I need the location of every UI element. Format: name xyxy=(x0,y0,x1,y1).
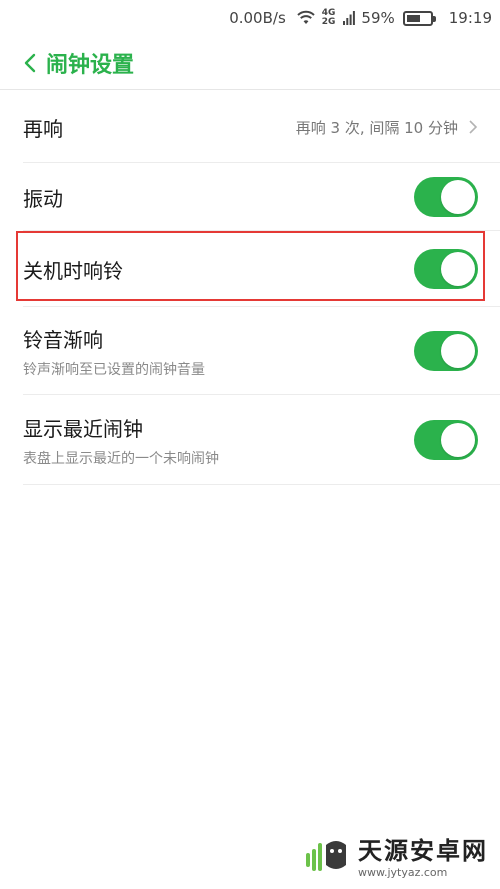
vibrate-label: 振动 xyxy=(23,186,63,211)
show-next-text: 显示最近闹钟 表盘上显示最近的一个未响闹钟 xyxy=(23,413,219,468)
battery-percent: 59% xyxy=(361,9,395,27)
watermark-url: www.jytyaz.com xyxy=(358,866,448,879)
app-header: 闹钟设置 xyxy=(0,36,500,90)
divider xyxy=(23,484,500,485)
battery-icon xyxy=(402,10,436,26)
watermark: 天源安卓网 www.jytyaz.com xyxy=(304,831,488,879)
watermark-text: 天源安卓网 www.jytyaz.com xyxy=(358,831,488,879)
watermark-name: 天源安卓网 xyxy=(358,837,488,865)
toggle-knob xyxy=(441,180,475,214)
signal-bars-icon xyxy=(343,11,356,25)
battery-fill xyxy=(406,14,420,22)
back-chevron-icon[interactable] xyxy=(20,51,42,75)
chevron-right-icon xyxy=(469,120,478,134)
setting-row-fade-in: 铃音渐响 铃声渐响至已设置的闹钟音量 xyxy=(0,307,500,395)
ring-when-off-toggle[interactable] xyxy=(414,249,478,289)
fade-in-text: 铃音渐响 铃声渐响至已设置的闹钟音量 xyxy=(23,324,205,379)
snooze-value-text: 再响 3 次, 间隔 10 分钟 xyxy=(295,118,458,137)
android-logo-icon xyxy=(306,841,346,871)
setting-row-snooze[interactable]: 再响 再响 3 次, 间隔 10 分钟 xyxy=(0,91,500,163)
vibrate-toggle[interactable] xyxy=(414,177,478,217)
network-speed: 0.00B/s xyxy=(229,9,286,27)
fade-in-toggle[interactable] xyxy=(414,331,478,371)
setting-row-show-next: 显示最近闹钟 表盘上显示最近的一个未响闹钟 xyxy=(0,395,500,485)
snooze-label: 再响 xyxy=(23,116,63,141)
show-next-toggle[interactable] xyxy=(414,420,478,460)
setting-row-vibrate: 振动 xyxy=(0,163,500,231)
page-title: 闹钟设置 xyxy=(46,52,135,78)
wifi-icon xyxy=(297,10,315,24)
toggle-knob xyxy=(441,423,475,457)
toggle-knob xyxy=(441,334,475,368)
status-bar: 0.00B/s 4G 2G 59% 19:19 xyxy=(0,0,500,36)
toggle-knob xyxy=(441,252,475,286)
snooze-value: 再响 3 次, 间隔 10 分钟 xyxy=(296,117,478,138)
fade-in-label: 铃音渐响 xyxy=(23,327,103,352)
setting-row-ring-when-off: 关机时响铃 xyxy=(0,231,500,307)
fade-in-desc: 铃声渐响至已设置的闹钟音量 xyxy=(23,361,205,378)
cell-signal-icon: 4G 2G xyxy=(321,8,336,27)
ring-when-off-label: 关机时响铃 xyxy=(23,258,123,283)
show-next-desc: 表盘上显示最近的一个未响闹钟 xyxy=(23,450,219,467)
show-next-label: 显示最近闹钟 xyxy=(23,416,143,441)
clock-time: 19:19 xyxy=(448,9,492,27)
